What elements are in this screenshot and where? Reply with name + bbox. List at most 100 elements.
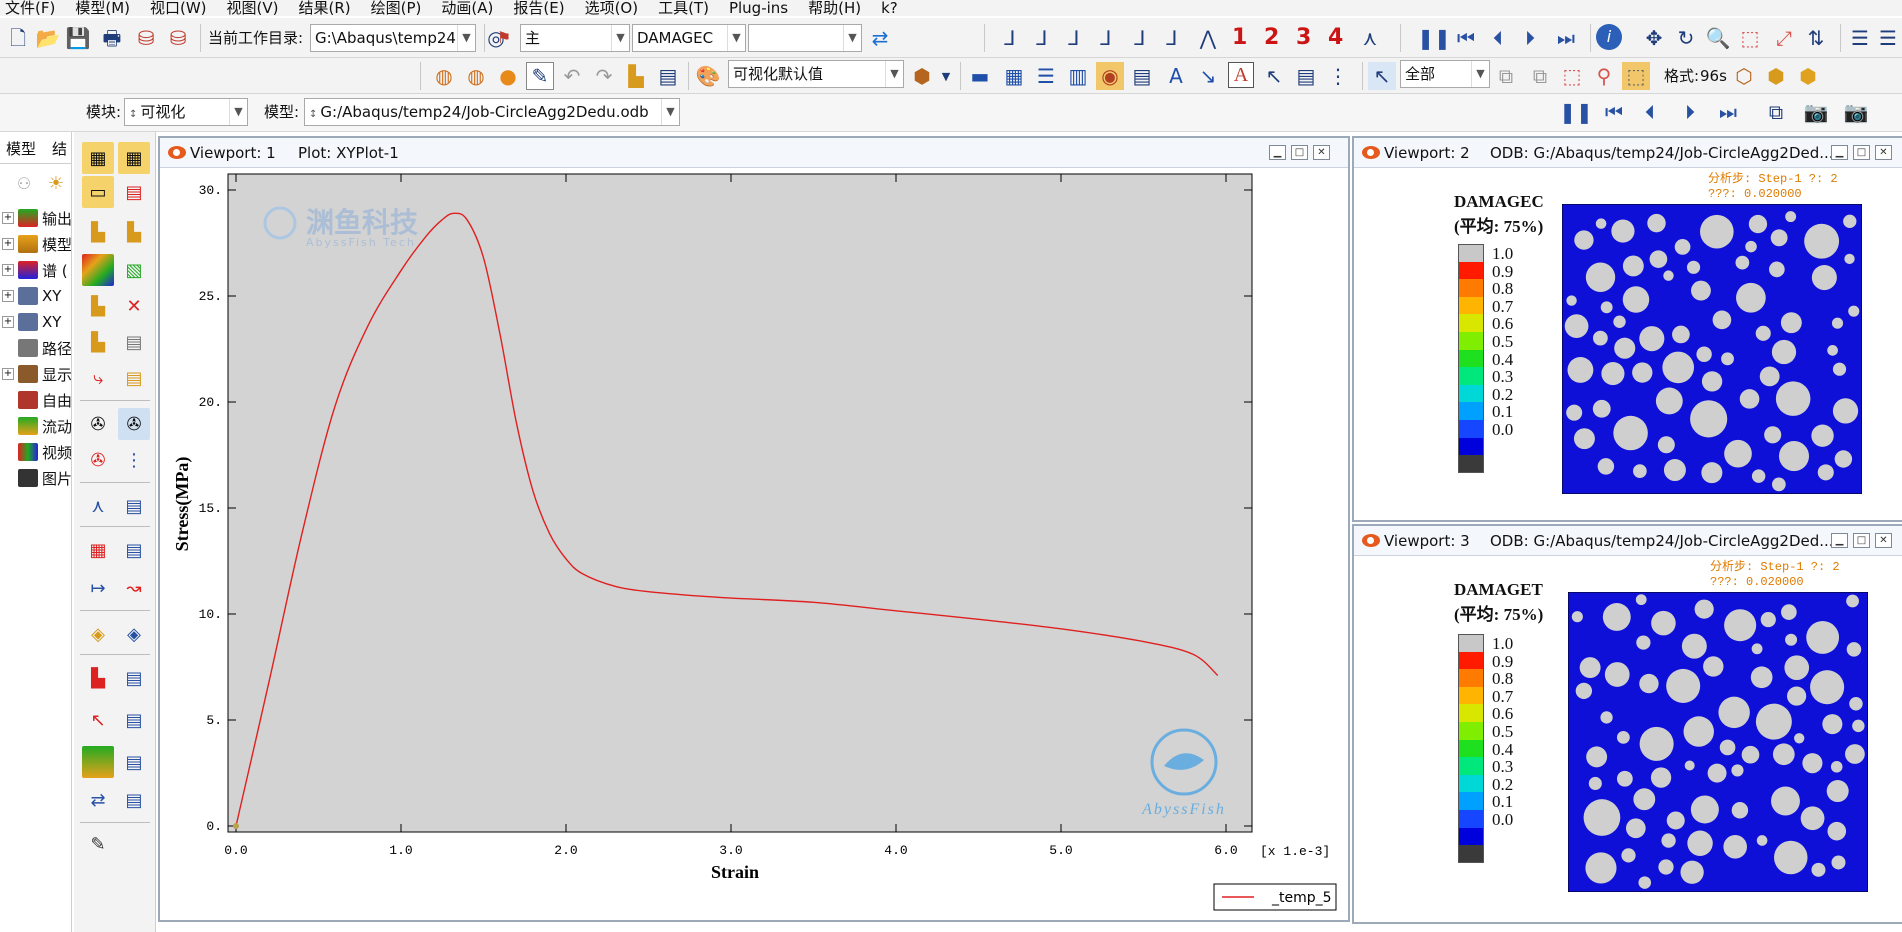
path-tool-icon[interactable]: ↦ [82, 572, 114, 604]
tab-model[interactable]: 模型 [6, 138, 36, 159]
minimize-icon[interactable]: ▁ [1831, 533, 1848, 548]
menu-model[interactable]: 模型(M) [70, 1, 145, 16]
export-icon[interactable]: ⛁ [132, 24, 160, 52]
minimize-icon[interactable]: ▁ [1269, 145, 1286, 160]
menu-result[interactable]: 结果(R) [294, 1, 366, 16]
view-3-button[interactable]: 3 [1296, 24, 1311, 52]
stream-manager-icon[interactable]: ▤ [118, 746, 150, 778]
open-folder-icon[interactable]: 📂 [34, 24, 62, 52]
create-xy-data-icon[interactable]: ⋏ [82, 490, 114, 522]
frame-select-icon[interactable]: ⧉ [1762, 98, 1790, 126]
save-icon[interactable]: 💾 [64, 24, 92, 52]
next-frame-icon[interactable]: ⏵ [1516, 24, 1544, 52]
pick-icon[interactable]: ✎ [526, 62, 554, 90]
prev-frame-icon[interactable]: ⏴ [1484, 24, 1512, 52]
layout-2-icon[interactable]: ▦ [1000, 62, 1028, 90]
menu-help[interactable]: 帮助(H) [803, 1, 876, 16]
new-file-icon[interactable]: 🗋 [4, 24, 32, 52]
animate-scale-icon[interactable]: ✇ [82, 408, 114, 440]
print-icon[interactable]: 🖶 [98, 24, 126, 52]
pan-icon[interactable]: ✥ [1640, 24, 1668, 52]
first-frame-icon[interactable]: ⏮ [1600, 98, 1628, 126]
sync-icon[interactable]: ⇄ [866, 24, 894, 52]
tab-results[interactable]: 结 [52, 138, 67, 159]
expand-icon[interactable]: + [2, 212, 14, 224]
symbol-options-icon[interactable]: ✕ [118, 290, 150, 322]
undeformed-shape-icon[interactable]: ▭ [82, 176, 114, 208]
view-yz-icon[interactable]: ⅃ [1126, 24, 1154, 52]
menu-report[interactable]: 报告(E) [508, 1, 579, 16]
view-yx-icon[interactable]: ⅃ [1028, 24, 1056, 52]
tree-node-image[interactable]: 图片 [0, 466, 71, 490]
close-icon[interactable]: ✕ [1313, 145, 1330, 160]
options-manager-icon[interactable]: ▤ [118, 784, 150, 816]
maximize-icon[interactable]: □ [1853, 145, 1870, 160]
viz-defaults-select[interactable]: 可视化默认值 ▼ [728, 60, 904, 88]
symbol-plot-icon[interactable]: ▙ [82, 290, 114, 322]
expand-icon[interactable]: + [2, 264, 14, 276]
axis-triad-icon[interactable]: ⋏ [1356, 24, 1384, 52]
last-frame-icon[interactable]: ⏭ [1714, 98, 1742, 126]
contour-plot-icon[interactable] [82, 254, 114, 286]
overlay-icon[interactable]: ◍ [462, 62, 490, 90]
probe-values-icon[interactable]: ▦ [82, 142, 114, 174]
box-zoom-icon[interactable]: ⬚ [1736, 24, 1764, 52]
xy-curve-icon[interactable]: ↝ [118, 572, 150, 604]
step-frame-icon[interactable]: ⚑ [488, 22, 520, 54]
box-solid-icon[interactable]: ⬢ [1794, 62, 1822, 90]
close-icon[interactable]: ✕ [1875, 145, 1892, 160]
deformed-options-icon[interactable]: ▤ [118, 176, 150, 208]
menu-context-help[interactable]: k? [876, 1, 913, 16]
workdir-select[interactable]: G:\Abaqus\temp24 ▼ [310, 24, 476, 52]
plot-deformed-icon[interactable]: ▙ [118, 216, 150, 248]
view-1-button[interactable]: 1 [1232, 24, 1247, 52]
viewport-2[interactable]: Viewport: 2 ODB: G:/Abaqus/temp24/Job-Ci… [1352, 136, 1902, 522]
tree-node-spectrum[interactable]: + 谱 ( [0, 258, 71, 282]
probe-icon[interactable]: ⚲ [1590, 62, 1618, 90]
view-xy-icon[interactable]: ⅃ [996, 24, 1024, 52]
expand-icon[interactable]: + [2, 238, 14, 250]
tree-node-display[interactable]: + 显示 [0, 362, 71, 386]
tool-layout-icon[interactable]: ▙ [622, 62, 650, 90]
tree-node-stream[interactable]: 流动 [0, 414, 71, 438]
menu-file[interactable]: 文件(F) [0, 1, 70, 16]
layout-3-icon[interactable]: ☰ [1032, 62, 1060, 90]
xy-plot-table-icon[interactable]: ▦ [82, 534, 114, 566]
view-cut-manager-icon[interactable]: ◈ [118, 618, 150, 650]
expand-icon[interactable]: + [2, 368, 14, 380]
view-zx-icon[interactable]: ⅃ [1060, 24, 1088, 52]
menu-options[interactable]: 选项(O) [580, 1, 654, 16]
menu-tools[interactable]: 工具(T) [653, 1, 724, 16]
xy-plot-manager-icon[interactable]: ▤ [118, 534, 150, 566]
menu-plugins[interactable]: Plug-ins [724, 1, 803, 16]
close-icon[interactable]: ✕ [1875, 533, 1892, 548]
record-icon[interactable]: 📷 [1802, 98, 1830, 126]
viewport-1[interactable]: Viewport: 1 Plot: XYPlot-1 ▁ □ ✕ 0.0 1.0 2… [158, 136, 1350, 922]
stream-tool-icon[interactable] [82, 746, 114, 778]
auto-fit-icon[interactable]: ⤢ [1770, 24, 1798, 52]
component-select[interactable]: ▼ [748, 24, 862, 52]
query-table-icon[interactable]: ▤ [1292, 62, 1320, 90]
report-values-icon[interactable]: ▦ [118, 142, 150, 174]
prev-frame-icon[interactable]: ⏴ [1636, 98, 1664, 126]
box-icon[interactable]: ⬚ [1622, 62, 1650, 90]
expand-icon[interactable]: + [2, 290, 14, 302]
tree-node-model[interactable]: + 模型 [0, 232, 71, 256]
pause-icon[interactable]: ❚❚ [1417, 24, 1451, 52]
format-value[interactable]: 96s [1700, 62, 1727, 90]
table-icon[interactable]: ▤ [654, 62, 682, 90]
query-info-icon[interactable]: i [1596, 24, 1622, 50]
animate-harmonic-icon[interactable]: ✇ [82, 444, 114, 476]
common-options-icon[interactable]: ◍ [430, 62, 458, 90]
pause-icon[interactable]: ❚❚ [1559, 98, 1593, 126]
query-tool-icon[interactable]: ✎ [82, 828, 114, 860]
variable-select[interactable]: DAMAGEC ▼ [632, 24, 746, 52]
menu-viewport[interactable]: 视口(W) [145, 1, 222, 16]
dotted-list-icon[interactable]: ⋮ [1324, 62, 1352, 90]
primary-select[interactable]: 主 ▼ [520, 24, 630, 52]
sphere-icon[interactable]: ● [494, 62, 522, 90]
text-annotation-icon[interactable]: A [1228, 62, 1254, 88]
undo-icon[interactable]: ↶ [558, 62, 586, 90]
selection-scope-select[interactable]: 全部 ▼ [1400, 60, 1490, 88]
list-icon[interactable]: ☰ [1846, 24, 1874, 52]
